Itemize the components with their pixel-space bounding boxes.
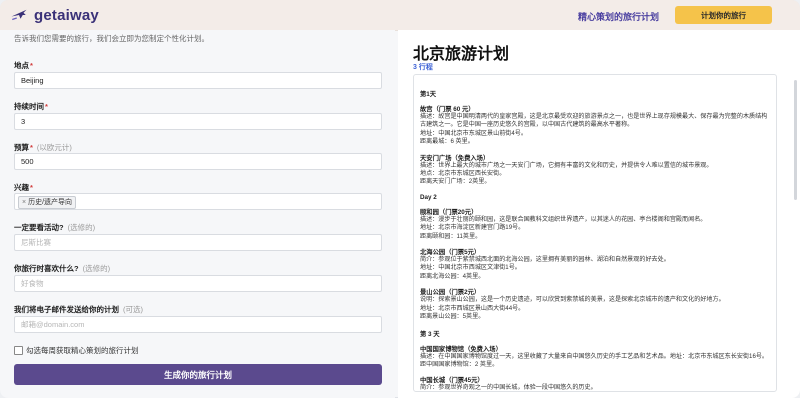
spot-address: 地址：北京市海淀区新建宫门路19号。	[420, 224, 525, 232]
brand[interactable]: getaiway	[10, 6, 99, 24]
spot-description: 描述：世界上最大的城市广场之一天安门广场，它拥有丰富的文化和历史，并提供令人难以…	[420, 161, 713, 169]
plan-panel: 北京旅游计划 3 行程 第1天故宫（门票 60 元） 描述：故宫是中国明清两代的皇…	[398, 30, 800, 398]
spot-description: 说明：探索景山公园，这是一个历史遗迹，可以欣赏到紫禁城的美景，这是探索北京城市的…	[420, 296, 725, 304]
spot-description: 描述：漫步于壮丽的颐和园，这是联合国教科文组织世界遗产，以其迷人的花园、亭台楼阁…	[420, 215, 707, 223]
airplane-logo-icon	[11, 9, 27, 21]
spot-name: 中国长城（门票45元）	[420, 377, 484, 385]
activities-input[interactable]: 尼斯比赛	[14, 234, 382, 251]
activities-label: 一定要看活动? (选修的)	[14, 223, 96, 232]
spot-distance: 距离最城：6 英里。	[420, 138, 474, 146]
day-heading: 第 3 天	[420, 330, 440, 338]
spot-name: 北海公园（门票5元）	[420, 249, 481, 257]
subscribe-checkbox[interactable]	[14, 346, 23, 355]
trip-form: 告诉我们您需要的旅行，我们会立即为您制定个性化计划。 地点* Beijing 持…	[0, 30, 395, 398]
plan-scrollbar[interactable]	[794, 80, 797, 200]
spot-distance: 距离天安门广场：2英里。	[420, 178, 491, 186]
email-label: 我们将电子邮件发送给你的计划 (可选)	[14, 305, 143, 314]
itinerary-count: 3 行程	[413, 64, 433, 71]
preferences-label: 你旅行时喜欢什么? (选修的)	[14, 264, 111, 273]
spot-address: 地址：北京市西城区景山西大街44号。	[420, 304, 525, 312]
day-heading: Day 2	[420, 193, 437, 201]
interests-select[interactable]: × 历史/遗产导向	[14, 193, 382, 210]
spot-name: 故宫（门票 60 元）	[420, 106, 475, 113]
budget-label: 预算* (以欧元计)	[14, 143, 72, 152]
spot-distance: 距中国国家博物馆：2 英里。	[420, 360, 499, 368]
subscribe-checkbox-row[interactable]: 勾选每周获取精心策划的旅行计划	[14, 345, 139, 356]
spot-address: 地址：中国北京市西城区文津街1号。	[420, 264, 521, 272]
spot-distance: 距离北海公园：4英里。	[420, 272, 485, 280]
spot-name: 颐和园（门票20元）	[420, 208, 478, 216]
plan-title: 北京旅游计划	[413, 46, 510, 63]
top-bar: getaiway 精心策划的旅行计划 计划你的旅行	[0, 0, 800, 31]
spot-name: 景山公园（门票2元）	[420, 289, 481, 297]
duration-input[interactable]: 3	[14, 113, 382, 130]
generate-plan-button[interactable]: 生成你的旅行计划	[14, 364, 382, 385]
location-label: 地点*	[14, 61, 33, 70]
spot-name: 中国国家博物馆（免费入场）	[420, 345, 502, 353]
interest-chip[interactable]: × 历史/遗产导向	[18, 196, 77, 209]
email-input[interactable]: 邮箱@domain.com	[14, 316, 382, 333]
budget-input[interactable]: 500	[14, 153, 382, 170]
interests-label: 兴趣*	[14, 183, 33, 192]
location-input[interactable]: Beijing	[14, 72, 382, 89]
spot-description: 描述：在中国国家博物馆度过一天，这里收藏了大量来自中国悠久历史的手工艺品和艺术品…	[420, 352, 769, 360]
day-heading: 第1天	[420, 91, 437, 98]
brand-name: getaiway	[34, 6, 99, 24]
spot-description: 简介：参观世界奇观之一的中国长城，体验一段中国悠久的历史。	[420, 384, 597, 392]
plan-content[interactable]: 第1天故宫（门票 60 元） 描述：故宫是中国明清两代的皇家宫殿，这是北京最受欢迎…	[413, 74, 777, 392]
app-window: getaiway 精心策划的旅行计划 计划你的旅行 告诉我们您需要的旅行，我们会…	[0, 0, 800, 398]
spot-distance: 距离景山公园：5英里。	[420, 313, 485, 321]
duration-label: 持续时间*	[14, 102, 48, 111]
spot-distance: 距离颐和园：11英里。	[420, 232, 482, 240]
spot-name: 天安门广场（免费入场）	[420, 154, 490, 162]
form-intro: 告诉我们您需要的旅行，我们会立即为您制定个性化计划。	[14, 34, 209, 43]
subscribe-label: 勾选每周获取精心策划的旅行计划	[26, 346, 139, 355]
chip-remove-icon[interactable]: ×	[22, 199, 26, 206]
header-tagline-link[interactable]: 精心策划的旅行计划	[578, 10, 659, 23]
spot-address: 地址：中国北京市东城区景山前街4号。	[420, 129, 527, 137]
plan-trip-button[interactable]: 计划你的旅行	[675, 6, 772, 24]
spot-description: 描述：故宫是中国明清两代的皇家宫殿，这是北京最受欢迎的旅游景点之一，也是世界上现…	[420, 113, 768, 129]
preferences-input[interactable]: 好食物	[14, 275, 382, 292]
